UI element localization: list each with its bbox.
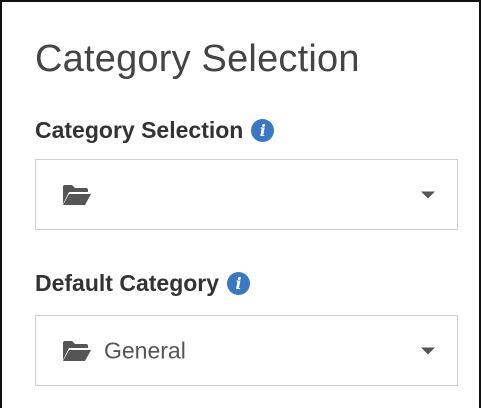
category-selection-dropdown[interactable] xyxy=(35,159,458,230)
info-icon[interactable]: i xyxy=(227,272,251,295)
folder-open-icon xyxy=(63,184,91,205)
caret-down-icon[interactable] xyxy=(421,191,435,198)
category-selection-label-text: Category Selection xyxy=(35,117,244,143)
category-selection-label: Category Selection i xyxy=(35,117,275,143)
default-category-label-text: Default Category xyxy=(35,270,220,296)
folder-open-icon xyxy=(63,340,91,361)
panel-title: Category Selection xyxy=(35,38,360,80)
default-category-dropdown[interactable]: General xyxy=(35,315,458,386)
category-selection-panel: Category Selection Category Selection i … xyxy=(0,0,481,408)
info-icon[interactable]: i xyxy=(251,119,275,142)
caret-down-icon[interactable] xyxy=(421,347,435,354)
default-category-value: General xyxy=(104,337,186,363)
default-category-label: Default Category i xyxy=(35,270,251,296)
